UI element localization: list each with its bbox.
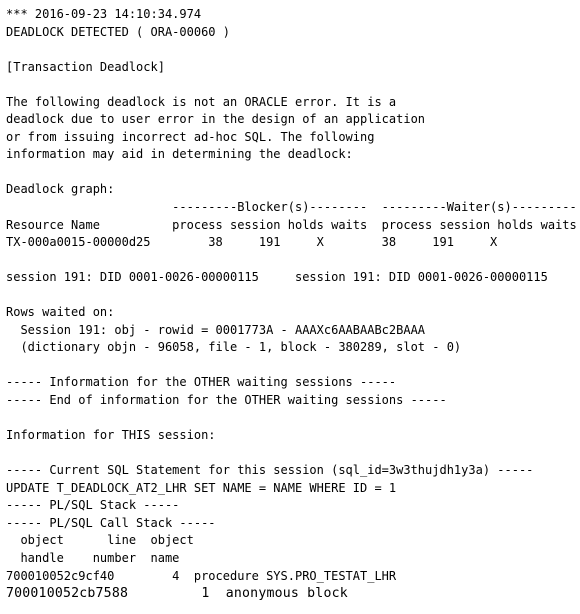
plsql-stack-header: ----- PL/SQL Stack ----- <box>6 498 180 513</box>
graph-row-tx: TX-000a0015-00000d25 38 191 X 38 191 X <box>6 235 498 250</box>
description-2: deadlock due to user error in the design… <box>6 112 426 127</box>
graph-rule-row: ---------Blocker(s)-------- ---------Wai… <box>6 200 577 215</box>
blank-5 <box>6 287 580 305</box>
deadlock-graph-label: Deadlock graph: <box>6 182 115 197</box>
trace-file-output: *** 2016-09-23 14:10:34.974 DEADLOCK DETE… <box>0 0 580 603</box>
blank-3 <box>6 164 580 182</box>
current-sql-statement: UPDATE T_DEADLOCK_AT2_LHR SET NAME = NAM… <box>6 480 397 495</box>
this-session-label: Information for THIS session: <box>6 428 216 443</box>
other-sessions-end: ----- End of information for the OTHER w… <box>6 393 447 408</box>
current-sql-header: ----- Current SQL Statement for this ses… <box>6 463 534 478</box>
session-did-line: session 191: DID 0001-0026-00000115 sess… <box>6 270 548 285</box>
blank-1 <box>6 41 580 59</box>
other-sessions-start: ----- Information for the OTHER waiting … <box>6 375 397 390</box>
rows-waited-dictionary: (dictionary objn - 96058, file - 1, bloc… <box>6 340 462 355</box>
blank-6 <box>6 357 580 375</box>
call-stack-col-1: object line object <box>6 533 194 548</box>
timestamp: *** 2016-09-23 14:10:34.974 <box>6 7 202 21</box>
description-4: information may aid in determining the d… <box>6 147 353 162</box>
blank-2 <box>6 76 580 94</box>
call-stack-col-2: handle number name <box>6 550 180 565</box>
call-stack-row-1: 700010052c9cf40 4 procedure SYS.PRO_TEST… <box>6 568 397 583</box>
blank-4 <box>6 252 580 270</box>
graph-column-headers: Resource Name process session holds wait… <box>6 217 577 232</box>
blank-8 <box>6 445 580 463</box>
rows-waited-on-label: Rows waited on: <box>6 305 115 320</box>
rows-waited-session: Session 191: obj - rowid = 0001773A - AA… <box>6 322 426 337</box>
transaction-deadlock-header: [Transaction Deadlock] <box>6 59 165 74</box>
description-3: or from issuing incorrect ad-hoc SQL. Th… <box>6 129 375 144</box>
description-1: The following deadlock is not an ORACLE … <box>6 94 397 109</box>
call-stack-row-2: 700010052cb7588 1 anonymous block <box>6 586 348 602</box>
plsql-call-stack-header: ----- PL/SQL Call Stack ----- <box>6 515 216 530</box>
blank-7 <box>6 410 580 428</box>
deadlock-detected: DEADLOCK DETECTED ( ORA-00060 ) <box>6 24 230 39</box>
